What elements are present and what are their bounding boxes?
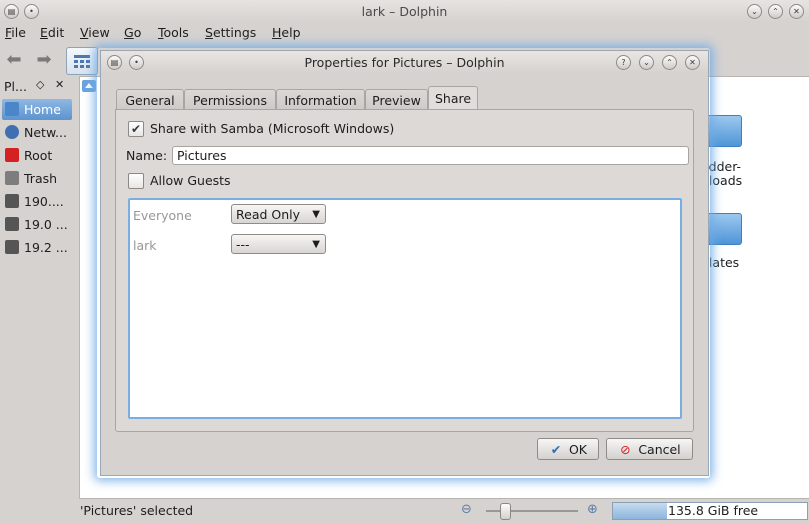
tab-general[interactable]: General [116,89,184,111]
drive-icon [5,194,19,208]
close-panel-icon[interactable]: ✕ [55,78,64,91]
home-icon [5,102,19,116]
sidebar-item-label: 19.2 ... [24,240,68,255]
menu-settings[interactable]: Settings [205,25,256,40]
grid-view-icon [74,55,90,68]
maximize-icon[interactable]: ⌃ [662,55,677,70]
sidebar-item-190[interactable]: 19.0 ... [2,214,72,235]
sidebar-item-label: Trash [24,171,58,186]
user-label: Everyone [133,208,192,223]
places-title: Pl... [4,79,27,94]
tab-permissions[interactable]: Permissions [184,89,276,111]
tab-share[interactable]: Share [428,86,478,111]
chevron-down-icon: ▼ [312,209,320,220]
sidebar-item-190[interactable]: 190.... [2,191,72,212]
permission-combo[interactable]: Read Only ▼ [231,204,326,224]
places-header: Pl... ◇ ✕ [0,78,71,95]
name-label: Name: [126,148,168,163]
checkmark-icon: ✔ [550,442,562,457]
dialog-titlebar: ▤ • Properties for Pictures – Dolphin ? … [101,51,708,73]
menu-help[interactable]: Help [272,25,301,40]
zoom-out-icon[interactable]: ⊖ [461,502,472,517]
allow-guests-label[interactable]: Allow Guests [150,173,231,188]
sidebar-item-root[interactable]: Root [2,145,72,166]
share-samba-checkbox[interactable]: ✔ [128,121,144,137]
drive-icon [5,240,19,254]
window-title: lark – Dolphin [361,4,448,19]
sidebar-item-192[interactable]: 19.2 ... [2,237,72,258]
close-icon[interactable]: ✕ [685,55,700,70]
sidebar-item-label: 19.0 ... [24,217,68,232]
ok-button[interactable]: ✔ OK [537,438,599,460]
menu-go[interactable]: Go [124,25,141,40]
sidebar-item-label: Home [24,102,61,117]
window-titlebar: ▤ • lark – Dolphin ⌄ ⌃ ✕ [0,0,809,22]
cancel-icon: ⊘ [620,442,631,457]
menu-edit[interactable]: Edit [40,25,64,40]
sidebar-item-trash[interactable]: Trash [2,168,72,189]
permission-value: --- [236,237,250,252]
properties-dialog: ▤ • Properties for Pictures – Dolphin ? … [100,50,709,476]
permission-value: Read Only [236,207,301,222]
menu-file[interactable]: File [5,25,26,40]
float-panel-icon[interactable]: ◇ [36,78,44,91]
network-icon [5,125,19,139]
sidebar-item-netw[interactable]: Netw... [2,122,72,143]
help-icon[interactable]: ? [616,55,631,70]
cancel-button[interactable]: ⊘ Cancel [606,438,693,460]
maximize-icon[interactable]: ⌃ [768,4,783,19]
close-icon[interactable]: ✕ [789,4,804,19]
sidebar-item-label: Root [24,148,53,163]
home-breadcrumb-icon[interactable] [80,77,98,95]
zoom-slider-handle[interactable] [500,503,511,520]
back-arrow-icon[interactable]: ⬅ [3,50,25,70]
forward-arrow-icon[interactable]: ➡ [33,50,55,70]
zoom-in-icon[interactable]: ⊕ [587,502,598,517]
sidebar-item-label: Netw... [24,125,67,140]
icons-view-button[interactable] [66,47,98,75]
drive-icon [5,217,19,231]
user-permissions-list: Everyone Read Only ▼ lark --- ▼ [128,198,682,419]
share-samba-label[interactable]: Share with Samba (Microsoft Windows) [150,121,394,136]
menu-view[interactable]: View [80,25,110,40]
trash-icon [5,171,19,185]
user-label: lark [133,238,157,253]
menu-tools[interactable]: Tools [158,25,189,40]
allow-guests-checkbox[interactable] [128,173,144,189]
free-space-text: 135.8 GiB free [668,503,759,518]
menubar: File Edit View Go Tools Settings Help [0,23,809,45]
tab-preview[interactable]: Preview [365,89,428,111]
sidebar-item-label: 190.... [24,194,64,209]
chevron-down-icon: ▼ [312,239,320,250]
minimize-icon[interactable]: ⌄ [747,4,762,19]
status-text: 'Pictures' selected [80,503,194,518]
permission-combo[interactable]: --- ▼ [231,234,326,254]
folder-red-icon [5,148,19,162]
free-space-fill [613,503,668,519]
sidebar-item-home[interactable]: Home [2,99,72,120]
name-input[interactable]: Pictures [172,146,689,165]
free-space-bar[interactable]: 135.8 GiB free [612,502,808,520]
tab-information[interactable]: Information [276,89,365,111]
minimize-icon[interactable]: ⌄ [639,55,654,70]
